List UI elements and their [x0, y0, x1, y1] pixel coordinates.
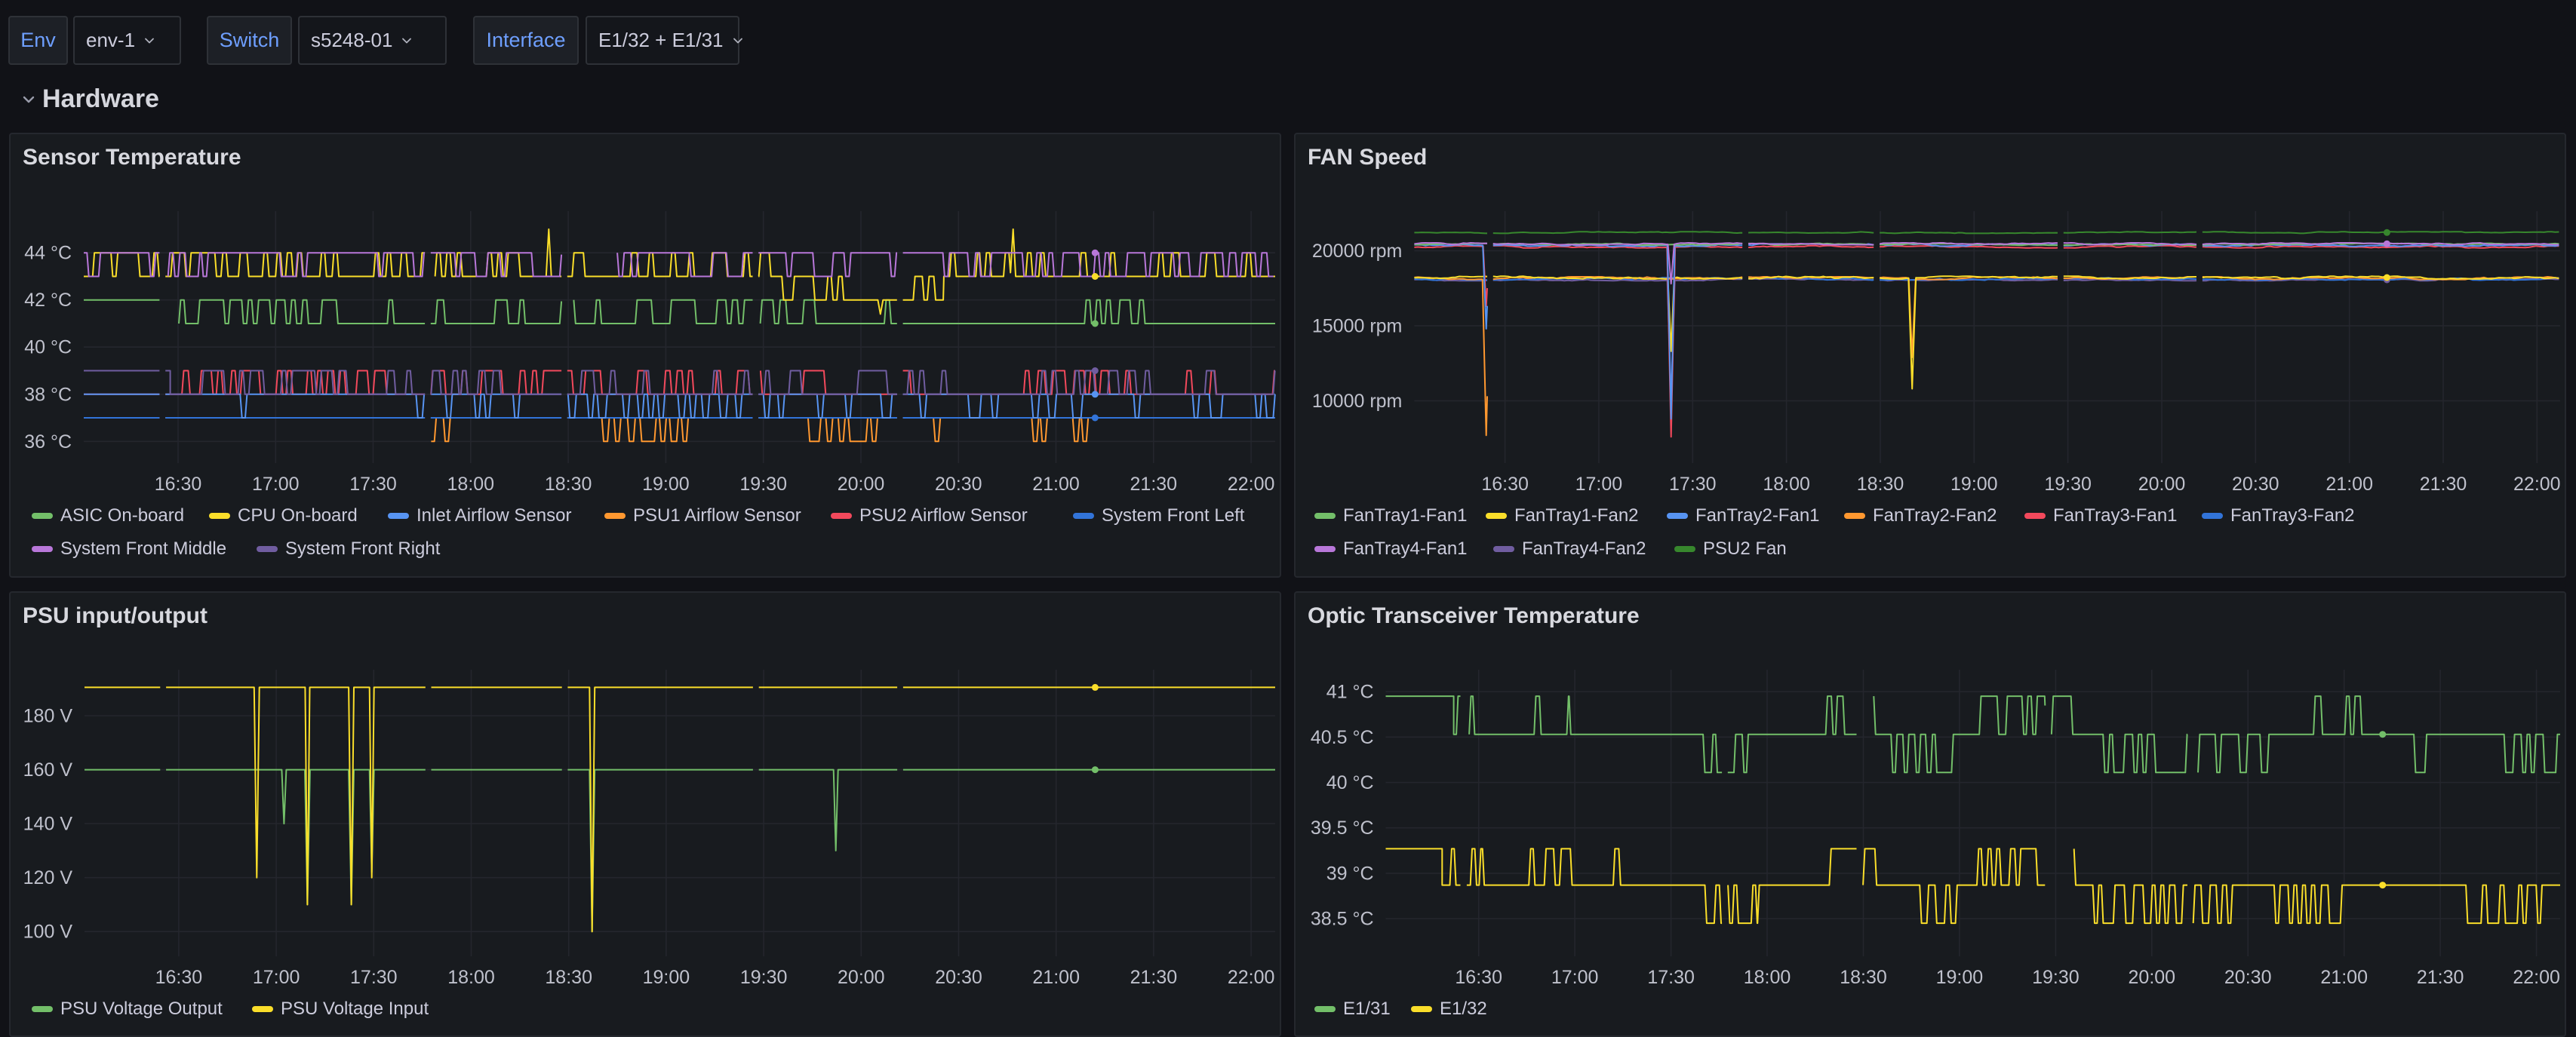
svg-text:21:00: 21:00 — [2325, 474, 2373, 495]
svg-text:21:30: 21:30 — [2417, 967, 2464, 988]
svg-text:17:30: 17:30 — [350, 967, 398, 988]
svg-text:40.5 °C: 40.5 °C — [1311, 727, 1374, 748]
svg-text:44 °C: 44 °C — [24, 243, 72, 264]
svg-text:17:30: 17:30 — [349, 474, 397, 495]
svg-text:38 °C: 38 °C — [24, 384, 72, 405]
svg-text:17:00: 17:00 — [252, 474, 300, 495]
svg-text:41 °C: 41 °C — [1326, 682, 1374, 703]
svg-text:22:00: 22:00 — [1228, 967, 1275, 988]
svg-text:18:00: 18:00 — [1744, 967, 1791, 988]
svg-text:18:00: 18:00 — [447, 474, 495, 495]
svg-text:21:00: 21:00 — [2320, 967, 2368, 988]
svg-text:38.5 °C: 38.5 °C — [1311, 909, 1374, 930]
svg-text:19:30: 19:30 — [2032, 967, 2080, 988]
svg-text:20:00: 20:00 — [838, 967, 885, 988]
svg-text:180 V: 180 V — [23, 706, 73, 727]
svg-text:20000 rpm: 20000 rpm — [1312, 241, 1403, 262]
svg-text:40 °C: 40 °C — [1326, 772, 1374, 793]
svg-text:20:30: 20:30 — [935, 474, 982, 495]
svg-text:17:00: 17:00 — [1551, 967, 1599, 988]
svg-text:22:00: 22:00 — [2513, 474, 2561, 495]
svg-text:18:00: 18:00 — [1763, 474, 1810, 495]
svg-text:17:30: 17:30 — [1647, 967, 1695, 988]
svg-text:20:30: 20:30 — [2224, 967, 2272, 988]
svg-text:19:30: 19:30 — [740, 967, 788, 988]
svg-text:20:00: 20:00 — [2138, 474, 2186, 495]
svg-text:22:00: 22:00 — [2513, 967, 2560, 988]
svg-text:42 °C: 42 °C — [24, 290, 72, 311]
svg-text:20:00: 20:00 — [2129, 967, 2176, 988]
svg-text:39 °C: 39 °C — [1326, 863, 1374, 884]
svg-text:21:00: 21:00 — [1032, 474, 1080, 495]
svg-text:160 V: 160 V — [23, 759, 73, 781]
svg-text:21:00: 21:00 — [1032, 967, 1080, 988]
svg-text:21:30: 21:30 — [2420, 474, 2467, 495]
svg-text:18:00: 18:00 — [447, 967, 495, 988]
svg-text:16:30: 16:30 — [155, 967, 203, 988]
svg-text:16:30: 16:30 — [1481, 474, 1529, 495]
svg-text:18:30: 18:30 — [545, 474, 592, 495]
svg-text:140 V: 140 V — [23, 814, 73, 835]
svg-text:22:00: 22:00 — [1228, 474, 1275, 495]
svg-text:20:30: 20:30 — [2232, 474, 2279, 495]
svg-text:19:00: 19:00 — [1936, 967, 1984, 988]
svg-text:16:30: 16:30 — [1455, 967, 1502, 988]
svg-text:21:30: 21:30 — [1130, 474, 1178, 495]
svg-text:18:30: 18:30 — [1857, 474, 1904, 495]
svg-text:100 V: 100 V — [23, 922, 73, 943]
svg-text:36 °C: 36 °C — [24, 431, 72, 453]
svg-text:20:30: 20:30 — [935, 967, 982, 988]
svg-text:21:30: 21:30 — [1130, 967, 1178, 988]
svg-text:10000 rpm: 10000 rpm — [1312, 391, 1403, 412]
svg-text:19:30: 19:30 — [739, 474, 787, 495]
svg-text:16:30: 16:30 — [155, 474, 202, 495]
svg-text:15000 rpm: 15000 rpm — [1312, 315, 1403, 336]
svg-text:39.5 °C: 39.5 °C — [1311, 818, 1374, 839]
svg-text:18:30: 18:30 — [1840, 967, 1887, 988]
svg-text:19:00: 19:00 — [642, 474, 690, 495]
svg-text:40 °C: 40 °C — [24, 337, 72, 358]
svg-text:19:00: 19:00 — [643, 967, 690, 988]
svg-text:20:00: 20:00 — [838, 474, 885, 495]
svg-text:18:30: 18:30 — [545, 967, 592, 988]
svg-text:17:30: 17:30 — [1669, 474, 1717, 495]
svg-text:120 V: 120 V — [23, 867, 73, 888]
svg-text:17:00: 17:00 — [1575, 474, 1623, 495]
svg-text:19:30: 19:30 — [2044, 474, 2092, 495]
svg-text:17:00: 17:00 — [253, 967, 300, 988]
svg-text:19:00: 19:00 — [1950, 474, 1998, 495]
